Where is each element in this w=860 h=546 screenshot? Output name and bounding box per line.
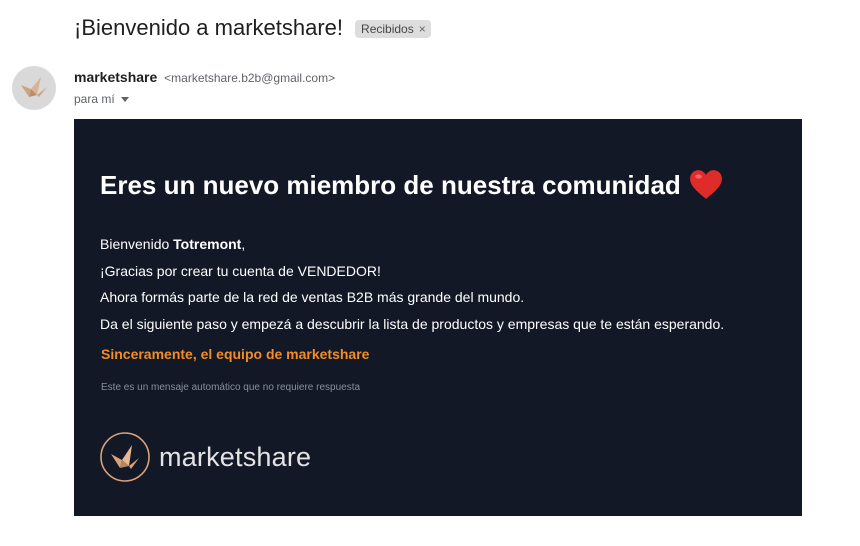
next-step-line: Da el siguiente paso y empezá a descubri… (100, 315, 725, 332)
remove-label-icon[interactable]: × (419, 22, 426, 36)
thanks-line: ¡Gracias por crear tu cuenta de VENDEDOR… (100, 262, 381, 279)
network-line: Ahora formás parte de la red de ventas B… (100, 289, 525, 305)
greeting-line: Bienvenido Totremont, (100, 231, 724, 258)
automatic-message-note: Este es un mensaje automático que no req… (101, 382, 361, 393)
heart-icon (689, 170, 722, 199)
origami-crane-logo-icon (100, 432, 150, 482)
logo-wordmark: marketshare (159, 441, 312, 472)
email-subject: ¡Bienvenido a marketshare! (74, 15, 344, 40)
sender-avatar[interactable] (12, 66, 56, 110)
email-headline: Eres un nuevo miembro de nuestra comunid… (100, 169, 723, 201)
recipient-text: para mí (74, 92, 115, 106)
sender-email: <marketshare.b2b@gmail.com> (164, 71, 336, 85)
sender-name[interactable]: marketshare (74, 69, 157, 85)
signoff: Sinceramente, el equipo de marketshare (101, 346, 370, 362)
footer-logo: marketshare (100, 432, 311, 482)
greeting-prefix: Bienvenido (100, 236, 174, 252)
label-chip-text: Recibidos (361, 22, 414, 36)
sender-line: marketshare <marketshare.b2b@gmail.com> (74, 69, 335, 85)
origami-crane-icon (21, 77, 47, 97)
subject-row: ¡Bienvenido a marketshare! Recibidos × (74, 15, 431, 41)
email-body-text: Bienvenido Totremont, ¡Gracias por crear… (100, 231, 724, 337)
recipient-details-toggle[interactable]: para mí (74, 92, 129, 106)
greeting-suffix: , (241, 236, 246, 252)
headline-text: Eres un nuevo miembro de nuestra comunid… (100, 169, 681, 200)
recipient-name: Totremont (173, 236, 242, 252)
chevron-down-icon[interactable] (120, 96, 129, 102)
label-chip-inbox[interactable]: Recibidos × (355, 20, 431, 38)
email-body-card: Eres un nuevo miembro de nuestra comunid… (74, 119, 802, 516)
